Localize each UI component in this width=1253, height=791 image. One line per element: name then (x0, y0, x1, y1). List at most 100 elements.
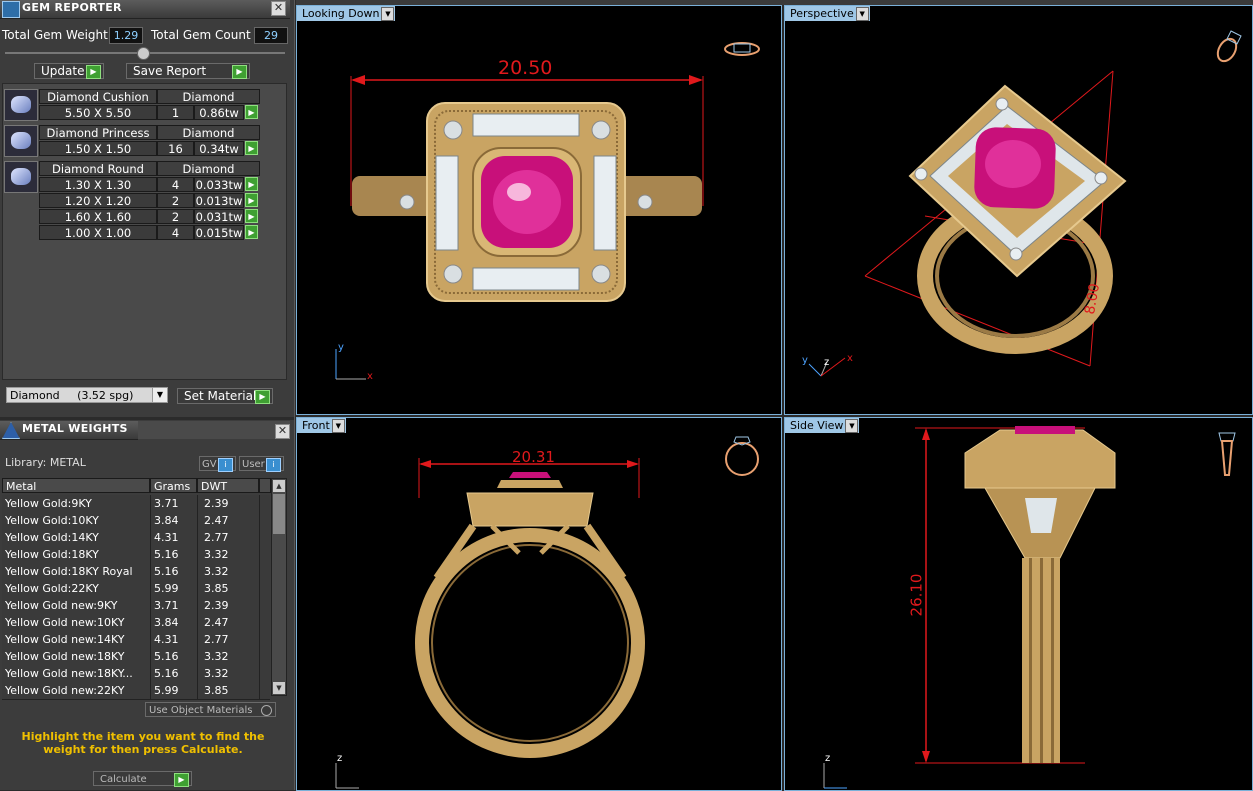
dwt-value: 3.32 (204, 667, 229, 680)
gem-count[interactable]: 1 (157, 105, 194, 120)
viewport-looking-down[interactable]: Looking Down ▼ 20.50 y x (296, 5, 782, 415)
gem-count[interactable]: 2 (157, 209, 194, 224)
dwt-value: 2.47 (204, 616, 229, 629)
gem-weight[interactable]: 0.015tw (194, 225, 244, 240)
ring-view-icon[interactable] (722, 429, 762, 479)
table-row[interactable]: Yellow Gold:18KY Royal 5.16 3.32 (2, 563, 270, 581)
gem-group-material[interactable]: Diamond (157, 161, 260, 176)
gem-group-name[interactable]: Diamond Cushion (39, 89, 157, 104)
grams-value: 4.31 (154, 633, 179, 646)
radio-icon (261, 705, 272, 716)
gem-count[interactable]: 4 (157, 225, 194, 240)
metal-name: Yellow Gold new:9KY (5, 599, 118, 612)
gem-count[interactable]: 4 (157, 177, 194, 192)
update-button[interactable]: Update ▶ (34, 63, 104, 79)
gem-size[interactable]: 1.30 X 1.30 (39, 177, 157, 192)
arrow-down-icon[interactable]: ▼ (273, 682, 285, 694)
arrow-right-icon[interactable]: ▶ (245, 177, 258, 191)
table-row[interactable]: Yellow Gold:22KY 5.99 3.85 (2, 580, 270, 598)
ring-view-icon[interactable] (1213, 429, 1243, 481)
column-divider (259, 529, 260, 546)
gem-reporter-titlebar: GEM REPORTER ✕ (0, 0, 290, 19)
column-divider (197, 614, 198, 631)
close-icon[interactable]: ✕ (275, 424, 290, 439)
close-icon[interactable]: ✕ (271, 1, 286, 16)
viewport-side-view[interactable]: Side View ▼ 26.10 z (784, 417, 1253, 791)
gem-count[interactable]: 16 (157, 141, 194, 156)
column-divider (197, 512, 198, 529)
column-divider (259, 563, 260, 580)
axis-z-label: z (825, 753, 831, 764)
diamond-princess-icon (4, 125, 38, 157)
column-divider (150, 682, 151, 699)
column-divider (197, 495, 198, 512)
arrow-right-icon: ▶ (255, 390, 270, 404)
arrow-right-icon[interactable]: ▶ (245, 225, 258, 239)
gv-toggle[interactable]: GV i (199, 456, 236, 472)
left-panel: GEM REPORTER ✕ Total Gem Weight 1.29 Tot… (0, 0, 295, 790)
arrow-up-icon[interactable]: ▲ (273, 480, 285, 492)
user-toggle[interactable]: User i (239, 456, 284, 472)
metal-weights-titlebar: METAL WEIGHTS (0, 421, 138, 440)
grams-value: 5.99 (154, 684, 179, 697)
table-row[interactable]: Yellow Gold new:10KY 3.84 2.47 (2, 614, 270, 632)
gem-size[interactable]: 1.50 X 1.50 (39, 141, 157, 156)
column-divider (259, 495, 260, 512)
slider-handle[interactable] (137, 47, 150, 60)
grams-column-header[interactable]: Grams (150, 478, 197, 493)
grams-value: 3.84 (154, 514, 179, 527)
save-report-button[interactable]: Save Report ▶ (126, 63, 250, 79)
ring-view-icon[interactable] (1213, 28, 1245, 64)
scrollbar-thumb[interactable] (273, 494, 285, 534)
column-divider (150, 648, 151, 665)
metal-column-header[interactable]: Metal (2, 478, 150, 493)
gem-group-material[interactable]: Diamond (157, 89, 260, 104)
column-divider (259, 648, 260, 665)
grams-value: 5.16 (154, 565, 179, 578)
viewport-front[interactable]: Front ▼ 20.31 z (296, 417, 782, 791)
gem-group-name[interactable]: Diamond Round (39, 161, 157, 176)
gem-size[interactable]: 1.60 X 1.60 (39, 209, 157, 224)
use-object-materials-toggle[interactable]: Use Object Materials (145, 702, 276, 717)
gem-group-name[interactable]: Diamond Princess (39, 125, 157, 140)
gem-weight[interactable]: 0.86tw (194, 105, 244, 120)
arrow-right-icon[interactable]: ▶ (245, 209, 258, 223)
gem-size[interactable]: 1.20 X 1.20 (39, 193, 157, 208)
gem-weight[interactable]: 0.033tw (194, 177, 244, 192)
set-material-button[interactable]: Set Material ▶ (177, 388, 273, 404)
arrow-right-icon[interactable]: ▶ (245, 105, 258, 119)
table-row[interactable]: Yellow Gold:9KY 3.71 2.39 (2, 495, 270, 513)
column-divider (197, 546, 198, 563)
table-row[interactable]: Yellow Gold new:9KY 3.71 2.39 (2, 597, 270, 615)
table-row[interactable]: Yellow Gold new:18KY 5.16 3.32 (2, 648, 270, 666)
material-select-value: Diamond (3.52 spg) (10, 389, 134, 402)
viewport-perspective[interactable]: Perspective ▼ 8.00 y z x (784, 5, 1253, 415)
dwt-column-header[interactable]: DWT (197, 478, 259, 493)
axis-z-label: z (824, 357, 830, 368)
ring-view-icon[interactable] (722, 39, 762, 59)
diamond-round-icon (4, 161, 38, 193)
metal-table-scrollbar[interactable]: ▲ ▼ (271, 478, 287, 696)
table-row[interactable]: Yellow Gold new:18KY... 5.16 3.32 (2, 665, 270, 683)
gem-weight[interactable]: 0.34tw (194, 141, 244, 156)
column-divider (259, 597, 260, 614)
gem-count[interactable]: 2 (157, 193, 194, 208)
material-select[interactable]: Diamond (3.52 spg) ▼ (6, 387, 168, 403)
gem-weight[interactable]: 0.031tw (194, 209, 244, 224)
table-row[interactable]: Yellow Gold:18KY 5.16 3.32 (2, 546, 270, 564)
gem-size[interactable]: 1.00 X 1.00 (39, 225, 157, 240)
table-row[interactable]: Yellow Gold:14KY 4.31 2.77 (2, 529, 270, 547)
dwt-value: 3.32 (204, 565, 229, 578)
calculate-button[interactable]: Calculate ▶ (93, 771, 192, 787)
column-divider (197, 665, 198, 682)
arrow-right-icon[interactable]: ▶ (245, 193, 258, 207)
table-row[interactable]: Yellow Gold new:14KY 4.31 2.77 (2, 631, 270, 649)
chevron-down-icon: ▼ (152, 388, 167, 402)
arrow-right-icon[interactable]: ▶ (245, 141, 258, 155)
gem-weight[interactable]: 0.013tw (194, 193, 244, 208)
metal-name: Yellow Gold:14KY (5, 531, 99, 544)
gem-group-material[interactable]: Diamond (157, 125, 260, 140)
table-row[interactable]: Yellow Gold new:22KY 5.99 3.85 (2, 682, 270, 700)
table-row[interactable]: Yellow Gold:10KY 3.84 2.47 (2, 512, 270, 530)
gem-size[interactable]: 5.50 X 5.50 (39, 105, 157, 120)
